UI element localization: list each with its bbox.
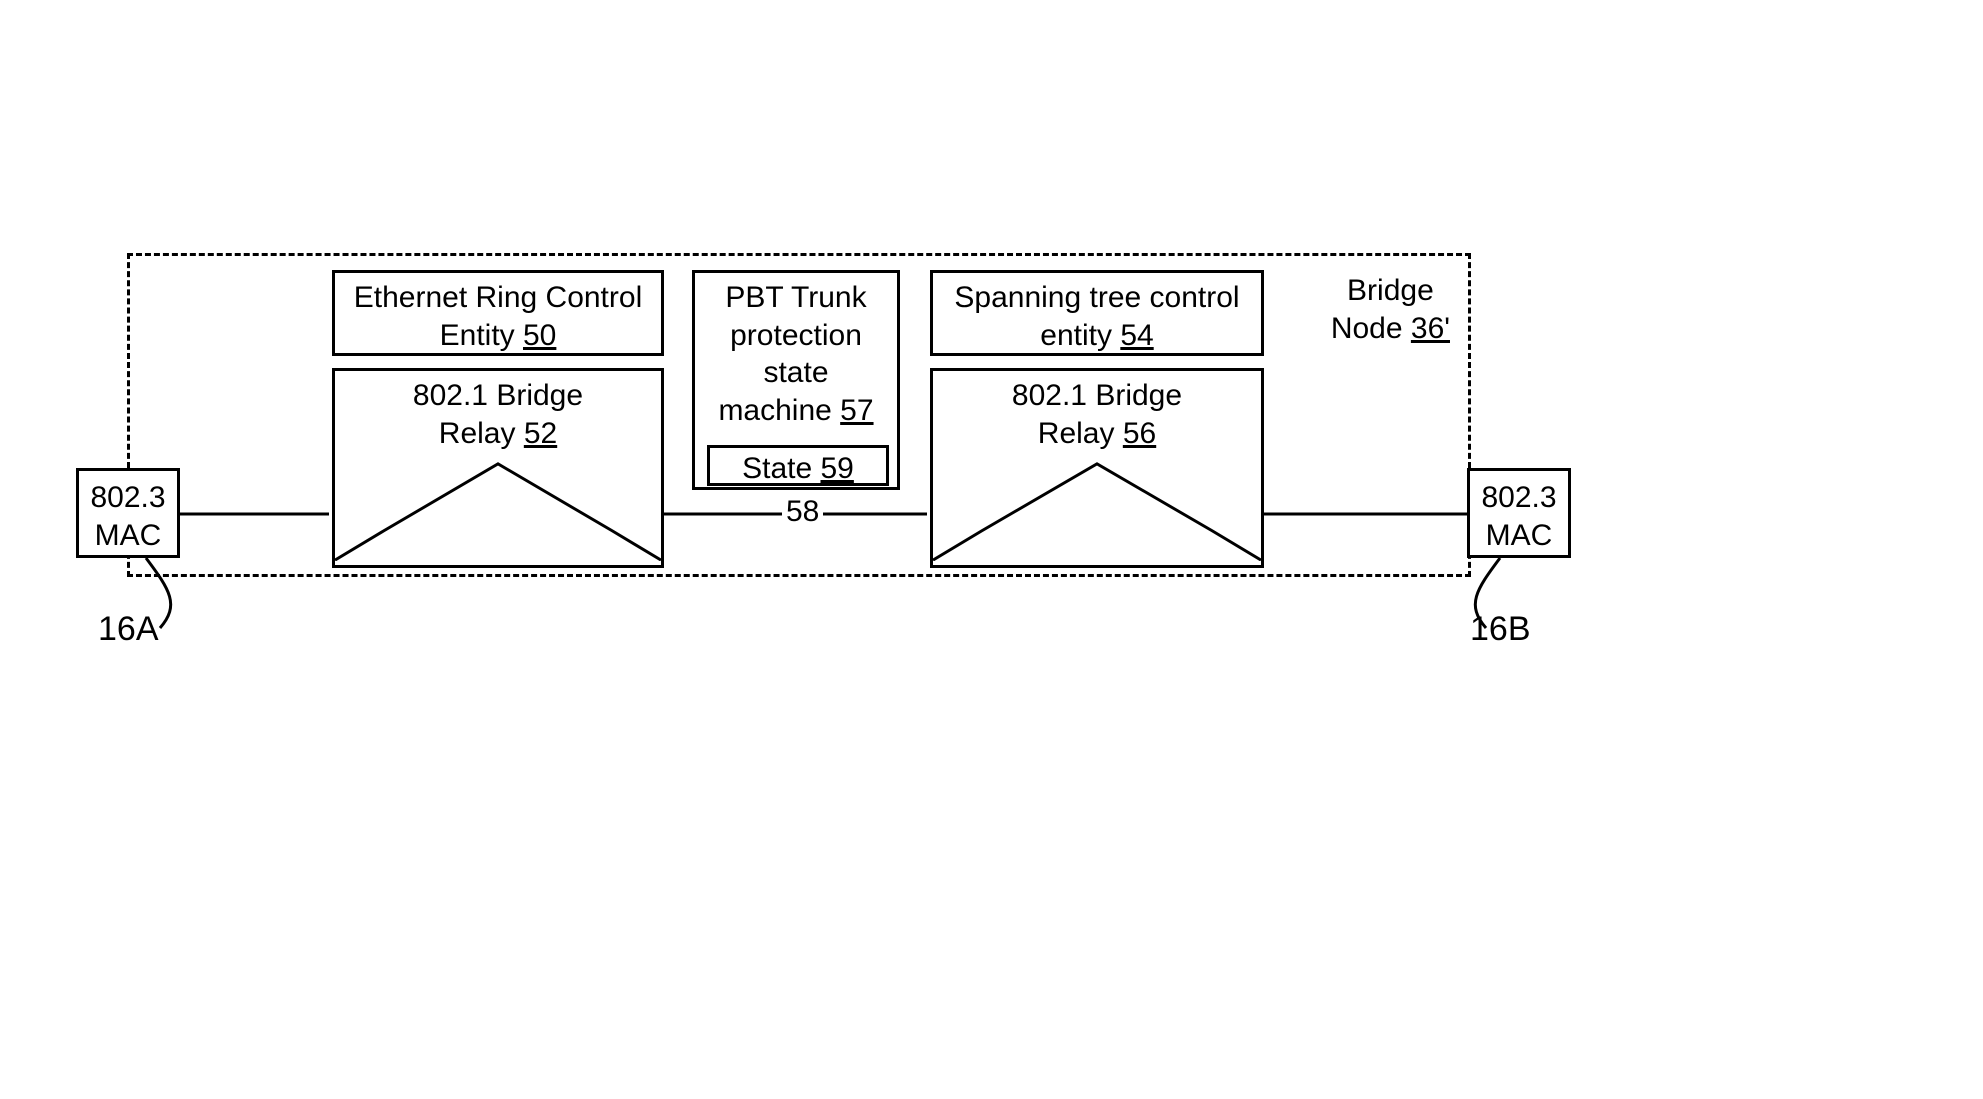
relay-left-line2-prefix: Relay [439, 417, 524, 450]
bridge-label-num: 36' [1411, 312, 1450, 345]
mac-left-line2: MAC [95, 519, 162, 552]
mac-right-line1: 802.3 [1481, 481, 1556, 514]
spanning-num: 54 [1120, 319, 1153, 352]
ethernet-ring-num: 50 [523, 319, 556, 352]
bridge-label-line1: Bridge [1347, 274, 1434, 307]
relay-left-triangle-icon [335, 461, 661, 561]
mac-left-line1: 802.3 [90, 481, 165, 514]
relay-right-line2-prefix: Relay [1038, 417, 1123, 450]
bridge-relay-right: 802.1 Bridge Relay 56 [930, 368, 1264, 568]
mac-left-box: 802.3 MAC [76, 468, 180, 558]
relay-right-num: 56 [1123, 417, 1156, 450]
relay-left-num: 52 [524, 417, 557, 450]
pbt-line3: state [763, 356, 828, 389]
pbt-trunk-protection: PBT Trunk protection state machine 57 St… [692, 270, 900, 490]
relay-left-line1: 802.1 Bridge [413, 379, 583, 412]
relay-right-triangle-icon [933, 461, 1261, 561]
relay-right-line1: 802.1 Bridge [1012, 379, 1182, 412]
ethernet-ring-line2-prefix: Entity [440, 319, 523, 352]
pbt-num: 57 [840, 394, 873, 427]
spanning-tree-control-entity: Spanning tree control entity 54 [930, 270, 1264, 356]
link-58-label: 58 [782, 495, 823, 529]
ethernet-ring-line1: Ethernet Ring Control [354, 281, 643, 314]
mac-right-box: 802.3 MAC [1467, 468, 1571, 558]
pbt-line1: PBT Trunk [725, 281, 866, 314]
connector-16a-label: 16A [98, 610, 159, 649]
bridge-label-line2-prefix: Node [1331, 312, 1411, 345]
spanning-line2-prefix: entity [1040, 319, 1120, 352]
bridge-relay-left: 802.1 Bridge Relay 52 [332, 368, 664, 568]
bridge-node-label: Bridge Node 36' [1331, 272, 1450, 347]
connector-16b-label: 16B [1470, 610, 1531, 649]
ethernet-ring-control-entity: Ethernet Ring Control Entity 50 [332, 270, 664, 356]
mac-right-line2: MAC [1486, 519, 1553, 552]
pbt-line2: protection [730, 319, 862, 352]
pbt-line4-prefix: machine [718, 394, 840, 427]
spanning-line1: Spanning tree control [954, 281, 1239, 314]
pbt-state-box: State 59 [707, 445, 889, 486]
pbt-state-prefix: State [742, 452, 820, 485]
pbt-state-num: 59 [821, 452, 854, 485]
